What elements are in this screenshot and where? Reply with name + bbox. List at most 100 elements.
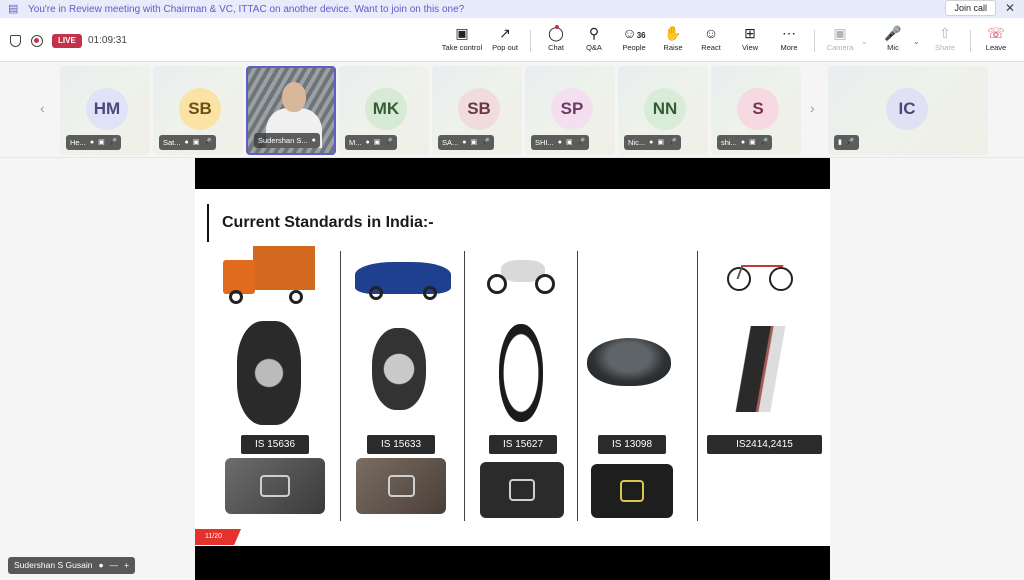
spotlight-icon: ●	[89, 139, 95, 146]
take-control-button[interactable]: ▣ Take control	[440, 24, 484, 58]
screen-icon: ▣	[470, 139, 478, 146]
participant-tile[interactable]: MK M... ● ▣ 🎤	[339, 66, 429, 155]
slide-bottom-bar	[195, 546, 830, 580]
participant-tile[interactable]: NN Nic... ● ▣ 🎤	[618, 66, 708, 155]
slide-page-number: 11/20	[195, 529, 241, 545]
bicycle-frame	[736, 265, 784, 279]
react-button[interactable]: ☺ React	[698, 24, 724, 58]
avatar: HM	[86, 88, 128, 130]
motorcycle-wheel	[535, 274, 555, 294]
mic-off-icon: 🎤	[845, 139, 855, 146]
avatar: SP	[551, 88, 593, 130]
cycle-tyre-image	[723, 326, 799, 412]
standard-label: IS2414,2415	[707, 435, 822, 454]
raise-hand-button[interactable]: ✋ Raise	[660, 24, 686, 58]
participant-video-head	[282, 82, 306, 112]
participant-tile-active-speaker[interactable]: Sudershan S... ●	[246, 66, 336, 155]
leave-button[interactable]: ☏ Leave	[982, 24, 1010, 58]
screen-icon: ▣	[373, 139, 381, 146]
participant-name-bar: M... ● ▣ 🎤	[345, 135, 398, 150]
isi-mark-icon	[509, 478, 535, 502]
participant-name-bar: ▮ 🎤	[834, 135, 859, 150]
participant-name: SHI...	[535, 138, 554, 147]
participant-name-bar: SHI... ● ▣ 🎤	[531, 135, 590, 150]
mic-off-icon: 🎤	[108, 139, 118, 146]
standard-label: IS 13098	[598, 435, 666, 454]
avatar: S	[737, 88, 779, 130]
spotlight-icon: ●	[311, 137, 316, 144]
slide-top-bar	[195, 158, 830, 189]
record-icon[interactable]	[31, 35, 43, 47]
mic-options-chevron-icon[interactable]: ⌄	[913, 37, 920, 46]
toolbar-separator	[530, 30, 531, 52]
shared-slide: Current Standards in India:- IS 15636 IS…	[195, 158, 830, 580]
participant-name: Nic...	[628, 138, 646, 147]
participant-name: M...	[349, 138, 362, 147]
camera-options-chevron-icon[interactable]: ⌄	[861, 37, 868, 46]
participant-tile[interactable]: SB SA... ● ▣ 🎤	[432, 66, 522, 155]
share-button[interactable]: ⇧ Share	[932, 24, 958, 58]
spotlight-icon: ●	[557, 139, 562, 146]
scroll-left-chevron-icon[interactable]: ‹	[40, 100, 45, 116]
participant-tile[interactable]: SB Sat... ● ▣ 🎤	[153, 66, 243, 155]
more-button[interactable]: ⋯ More	[776, 24, 802, 58]
avatar: SB	[458, 88, 500, 130]
mic-off-icon: 🎤	[384, 139, 394, 146]
car-image	[355, 256, 451, 304]
participant-tile[interactable]: SP SHI... ● ▣ 🎤	[525, 66, 615, 155]
mic-off-icon: 🎤	[576, 139, 586, 146]
mic-off-icon: 🎤	[759, 139, 769, 146]
camera-button[interactable]: ▣ Camera	[824, 24, 856, 58]
participant-name-bar: Sat... ● ▣ 🎤	[159, 135, 217, 150]
toolbar-separator	[814, 30, 815, 52]
participant-tile[interactable]: IC ▮ 🎤	[828, 66, 988, 155]
avatar: SB	[179, 88, 221, 130]
screen-icon: ▣	[98, 139, 105, 146]
motorcycle-tyre-image	[499, 324, 543, 422]
spotlight-icon: ●	[184, 139, 189, 146]
meeting-toolbar: LIVE 01:09:31 ▣ Take control ↗ Pop out ◯…	[0, 18, 1024, 62]
mic-off-icon: 🎤	[203, 139, 213, 146]
self-view-pill[interactable]: Sudershan S Gusain ● — +	[8, 557, 136, 574]
meeting-timer: 01:09:31	[88, 35, 127, 46]
column-divider	[577, 251, 578, 521]
self-name: Sudershan S Gusain	[14, 560, 93, 570]
expand-icon[interactable]: +	[124, 557, 129, 574]
qa-button[interactable]: ⚲ Q&A	[580, 24, 608, 58]
camera-off-icon: ▣	[833, 25, 847, 41]
truck-image	[223, 246, 315, 308]
avatar: IC	[886, 88, 928, 130]
scroll-right-chevron-icon[interactable]: ›	[810, 100, 815, 116]
people-button[interactable]: ☺36 People	[616, 24, 652, 58]
qa-icon: ⚲	[588, 25, 600, 41]
screen-icon: ▣	[749, 139, 756, 146]
shield-icon[interactable]	[10, 35, 21, 47]
pop-out-button[interactable]: ↗ Pop out	[488, 24, 522, 58]
chat-button[interactable]: ◯ Chat	[542, 24, 570, 58]
participant-tile[interactable]: HM He... ● ▣ 🎤	[60, 66, 150, 155]
take-control-icon: ▣	[455, 25, 469, 41]
ellipsis-icon: ⋯	[782, 25, 796, 41]
isi-mark-icon	[387, 474, 415, 498]
spotlight-icon: ●	[649, 139, 654, 146]
close-icon[interactable]: ✕	[1005, 1, 1015, 15]
share-icon: ⇧	[939, 25, 951, 41]
participant-name-bar: He... ● ▣ 🎤	[66, 135, 122, 150]
slide-title: Current Standards in India:-	[222, 214, 434, 231]
spotlight-icon: ●	[462, 139, 467, 146]
mic-button[interactable]: 🎤 Mic	[880, 24, 906, 58]
people-count: 36	[636, 31, 646, 40]
truck-cargo-box	[253, 246, 315, 290]
join-call-button[interactable]: Join call	[945, 0, 996, 16]
standard-label: IS 15633	[367, 435, 435, 454]
calendar-people-icon: ▤	[8, 3, 19, 15]
car-wheel	[369, 286, 383, 300]
truck-cab	[223, 260, 255, 294]
view-button[interactable]: ⊞ View	[737, 24, 763, 58]
minimize-icon[interactable]: —	[110, 557, 119, 574]
spotlight-icon: ●	[740, 139, 746, 146]
live-badge: LIVE	[52, 34, 82, 48]
isi-mark-stamp	[480, 462, 564, 518]
column-divider	[464, 251, 465, 521]
participant-tile[interactable]: S shi... ● ▣ 🎤	[711, 66, 801, 155]
